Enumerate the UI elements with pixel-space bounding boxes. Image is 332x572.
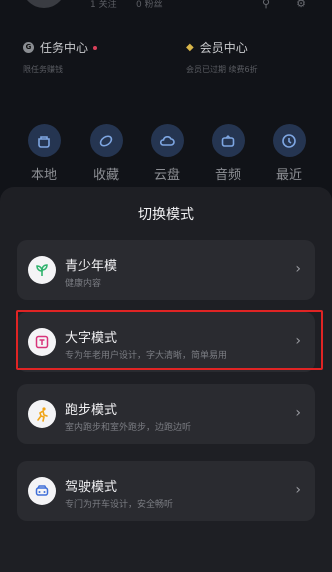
vip-center-subtitle: 会员已过期 续费6折 [186,65,258,74]
mode-teen[interactable]: 青少年模 健康内容 › [17,240,315,300]
quick-link-recent[interactable]: 最近 [269,124,309,183]
vip-center-title: 会员中心 [199,41,248,55]
notification-dot [93,45,98,50]
settings-icon[interactable]: ⚙ [294,0,308,10]
quick-link-favorite[interactable]: 收藏 [86,124,126,183]
vip-center-card[interactable]: ◆ 会员中心 会员已过期 续费6折 [186,39,258,75]
chevron-right-icon: › [295,482,301,498]
quick-link-label: 收藏 [92,168,119,183]
mode-name: 跑步模式 [65,403,118,418]
mode-name: 青少年模 [65,259,118,274]
mode-desc: 室内跑步和室外跑步，边跑边听 [65,423,192,433]
quick-link-cloud[interactable]: 云盘 [147,124,187,183]
chevron-right-icon: › [295,261,301,277]
follow-count[interactable]: 1 关注 [90,0,117,10]
task-center-subtitle: 限任务赚钱 [23,65,63,74]
diamond-icon: ◆ [186,42,194,53]
mode-running[interactable]: 跑步模式 室内跑步和室外跑步，边跑边听 › [17,384,315,444]
cloud-icon [150,124,184,157]
mode-desc: 专门为开车设计，安全畅听 [65,500,174,510]
task-center-title: 任务中心 [40,41,89,55]
local-icon [27,124,61,157]
quick-link-label: 本地 [30,168,57,183]
clock-icon [272,124,306,157]
mode-name: 驾驶模式 [65,480,118,495]
selection-highlight [16,310,323,370]
fans-count[interactable]: 0 粉丝 [136,0,163,10]
chevron-right-icon: › [295,405,301,421]
person-plus-icon[interactable]: ⚲ [259,0,273,10]
mode-switch-sheet: 切换模式 青少年模 健康内容 › 大字模式 专为年老用户设计，字大清晰，简单易用… [0,187,332,572]
runner-icon [28,400,56,428]
quick-link-label: 最近 [275,168,302,183]
heart-icon [89,124,123,157]
mode-desc: 健康内容 [65,279,102,289]
quick-link-label: 音频 [214,168,241,183]
quick-link-audio[interactable]: 音频 [208,124,248,183]
coin-icon: G [23,42,34,53]
quick-link-local[interactable]: 本地 [24,124,64,183]
sheet-title: 切换模式 [138,207,194,223]
sprout-icon [28,256,56,284]
radio-icon [211,124,245,157]
task-center-card[interactable]: G 任务中心 限任务赚钱 [23,39,98,75]
mode-driving[interactable]: 驾驶模式 专门为开车设计，安全畅听 › [17,461,315,521]
quick-link-label: 云盘 [153,168,180,183]
car-icon [28,477,56,505]
